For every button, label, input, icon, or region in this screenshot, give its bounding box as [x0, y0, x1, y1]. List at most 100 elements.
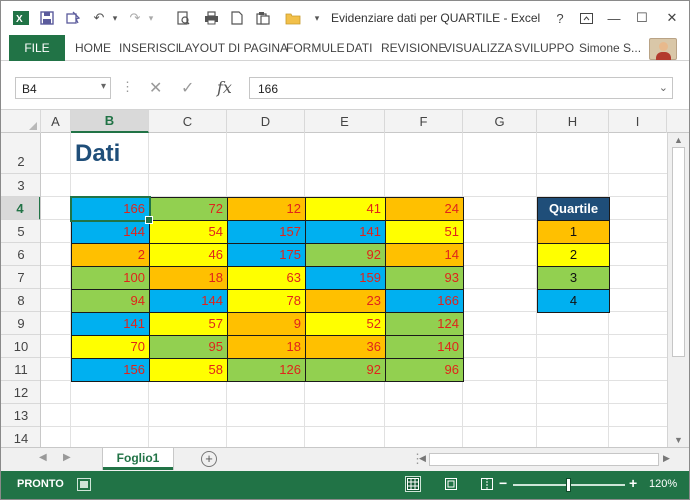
vertical-scroll-thumb[interactable]	[672, 147, 685, 357]
column-header-b[interactable]: B	[71, 110, 149, 133]
row-header-4[interactable]: 4	[1, 197, 40, 220]
row-header-10[interactable]: 10	[1, 335, 40, 358]
row-header-6[interactable]: 6	[1, 243, 40, 266]
data-cell[interactable]: 92	[305, 358, 386, 382]
row-header-14[interactable]: 14	[1, 427, 40, 447]
macro-record-icon[interactable]	[77, 478, 91, 491]
data-cell[interactable]: 140	[385, 335, 464, 359]
column-header-c[interactable]: C	[149, 110, 227, 133]
tab-revisione[interactable]: REVISIONE	[381, 41, 446, 55]
row-header-2[interactable]: 2	[1, 133, 40, 174]
vertical-scrollbar[interactable]: ▲ ▼	[667, 133, 689, 447]
data-cell[interactable]: 58	[149, 358, 228, 382]
tab-dati[interactable]: DATI	[346, 41, 372, 55]
data-cell[interactable]: 52	[305, 312, 386, 336]
data-cell[interactable]: 18	[227, 335, 306, 359]
scroll-down-icon[interactable]: ▼	[674, 435, 683, 445]
help-button[interactable]: ?	[549, 9, 571, 27]
data-cell[interactable]: 51	[385, 220, 464, 244]
legend-header[interactable]: Quartile	[537, 197, 610, 221]
row-header-12[interactable]: 12	[1, 381, 40, 404]
column-header-h[interactable]: H	[537, 110, 609, 133]
next-sheet-icon[interactable]: ▶	[63, 452, 71, 463]
data-cell[interactable]: 41	[305, 197, 386, 221]
horizontal-scrollbar[interactable]	[429, 453, 659, 466]
formula-bar-splitter[interactable]: ⋮	[121, 79, 134, 95]
data-cell[interactable]: 100	[71, 266, 150, 290]
customize-quick-access-icon[interactable]: ▾	[307, 9, 327, 27]
column-header-d[interactable]: D	[227, 110, 305, 133]
data-cell[interactable]: 57	[149, 312, 228, 336]
tab-home[interactable]: HOME	[75, 41, 111, 55]
save-icon[interactable]	[37, 9, 57, 27]
row-header-7[interactable]: 7	[1, 266, 40, 289]
new-document-icon[interactable]	[227, 9, 247, 27]
data-cell[interactable]: 54	[149, 220, 228, 244]
redo-dropdown-icon[interactable]: ▾	[141, 9, 161, 27]
row-header-3[interactable]: 3	[1, 174, 40, 197]
data-cell[interactable]: 159	[305, 266, 386, 290]
data-cell[interactable]: 23	[305, 289, 386, 313]
tab-file[interactable]: FILE	[9, 35, 65, 61]
data-cell[interactable]: 46	[149, 243, 228, 267]
legend-quartile-2[interactable]: 2	[537, 243, 610, 267]
data-cell[interactable]: 94	[71, 289, 150, 313]
formula-input[interactable]: 166 ⌄	[249, 77, 673, 99]
data-cell[interactable]: 124	[385, 312, 464, 336]
page-break-view-button[interactable]	[479, 476, 495, 492]
data-cell[interactable]: 12	[227, 197, 306, 221]
data-cell[interactable]: 141	[305, 220, 386, 244]
paste-icon[interactable]	[253, 9, 273, 27]
data-cell[interactable]: 92	[305, 243, 386, 267]
data-cell[interactable]: 144	[71, 220, 150, 244]
print-icon[interactable]	[201, 9, 221, 27]
zoom-level[interactable]: 120%	[649, 478, 677, 490]
data-cell[interactable]: 126	[227, 358, 306, 382]
user-name[interactable]: Simone S...	[579, 41, 641, 55]
column-header-f[interactable]: F	[385, 110, 463, 133]
legend-quartile-1[interactable]: 1	[537, 220, 610, 244]
cancel-icon[interactable]: ✕	[149, 78, 162, 98]
undo-dropdown-icon[interactable]: ▾	[105, 9, 125, 27]
data-cell[interactable]: 93	[385, 266, 464, 290]
data-cell[interactable]: 2	[71, 243, 150, 267]
data-cell[interactable]: 95	[149, 335, 228, 359]
minimize-button[interactable]: —	[603, 9, 625, 27]
data-cell[interactable]: 157	[227, 220, 306, 244]
row-header-8[interactable]: 8	[1, 289, 40, 312]
data-cell[interactable]: 36	[305, 335, 386, 359]
scroll-up-icon[interactable]: ▲	[674, 135, 683, 145]
name-box-dropdown-icon[interactable]: ▾	[101, 81, 106, 92]
data-cell[interactable]: 166	[385, 289, 464, 313]
data-cell[interactable]: 63	[227, 266, 306, 290]
sheet-title[interactable]: Dati	[75, 140, 120, 168]
legend-quartile-4[interactable]: 4	[537, 289, 610, 313]
data-cell[interactable]: 14	[385, 243, 464, 267]
insert-function-icon[interactable]: fx	[217, 78, 232, 97]
touch-mode-icon[interactable]	[63, 9, 83, 27]
column-header-g[interactable]: G	[463, 110, 537, 133]
worksheet-grid[interactable]: Dati 166 72 12 41 24 144 54 157 141 51 2 46 175 92 14 1…	[41, 133, 667, 447]
zoom-out-button[interactable]: −	[499, 475, 507, 491]
column-header-a[interactable]: A	[41, 110, 71, 133]
prev-sheet-icon[interactable]: ◀	[39, 452, 47, 463]
data-cell[interactable]: 144	[149, 289, 228, 313]
data-cell[interactable]: 156	[71, 358, 150, 382]
data-cell[interactable]: 175	[227, 243, 306, 267]
zoom-in-button[interactable]: +	[629, 475, 637, 491]
open-folder-icon[interactable]	[283, 9, 303, 27]
page-layout-view-button[interactable]	[443, 476, 459, 492]
data-cell[interactable]: 78	[227, 289, 306, 313]
tab-visualizza[interactable]: VISUALIZZA	[444, 41, 513, 55]
row-header-11[interactable]: 11	[1, 358, 40, 381]
enter-icon[interactable]: ✓	[181, 78, 194, 98]
ribbon-display-options-button[interactable]	[575, 9, 597, 27]
column-header-i[interactable]: I	[609, 110, 667, 133]
row-header-5[interactable]: 5	[1, 220, 40, 243]
legend-quartile-3[interactable]: 3	[537, 266, 610, 290]
tab-sviluppo[interactable]: SVILUPPO	[514, 41, 574, 55]
sheet-tab-foglio1[interactable]: Foglio1	[103, 448, 173, 470]
data-cell[interactable]: 96	[385, 358, 464, 382]
tab-layout-di-pagina[interactable]: LAYOUT DI PAGINA	[178, 41, 288, 55]
name-box[interactable]: B4 ▾	[15, 77, 111, 99]
